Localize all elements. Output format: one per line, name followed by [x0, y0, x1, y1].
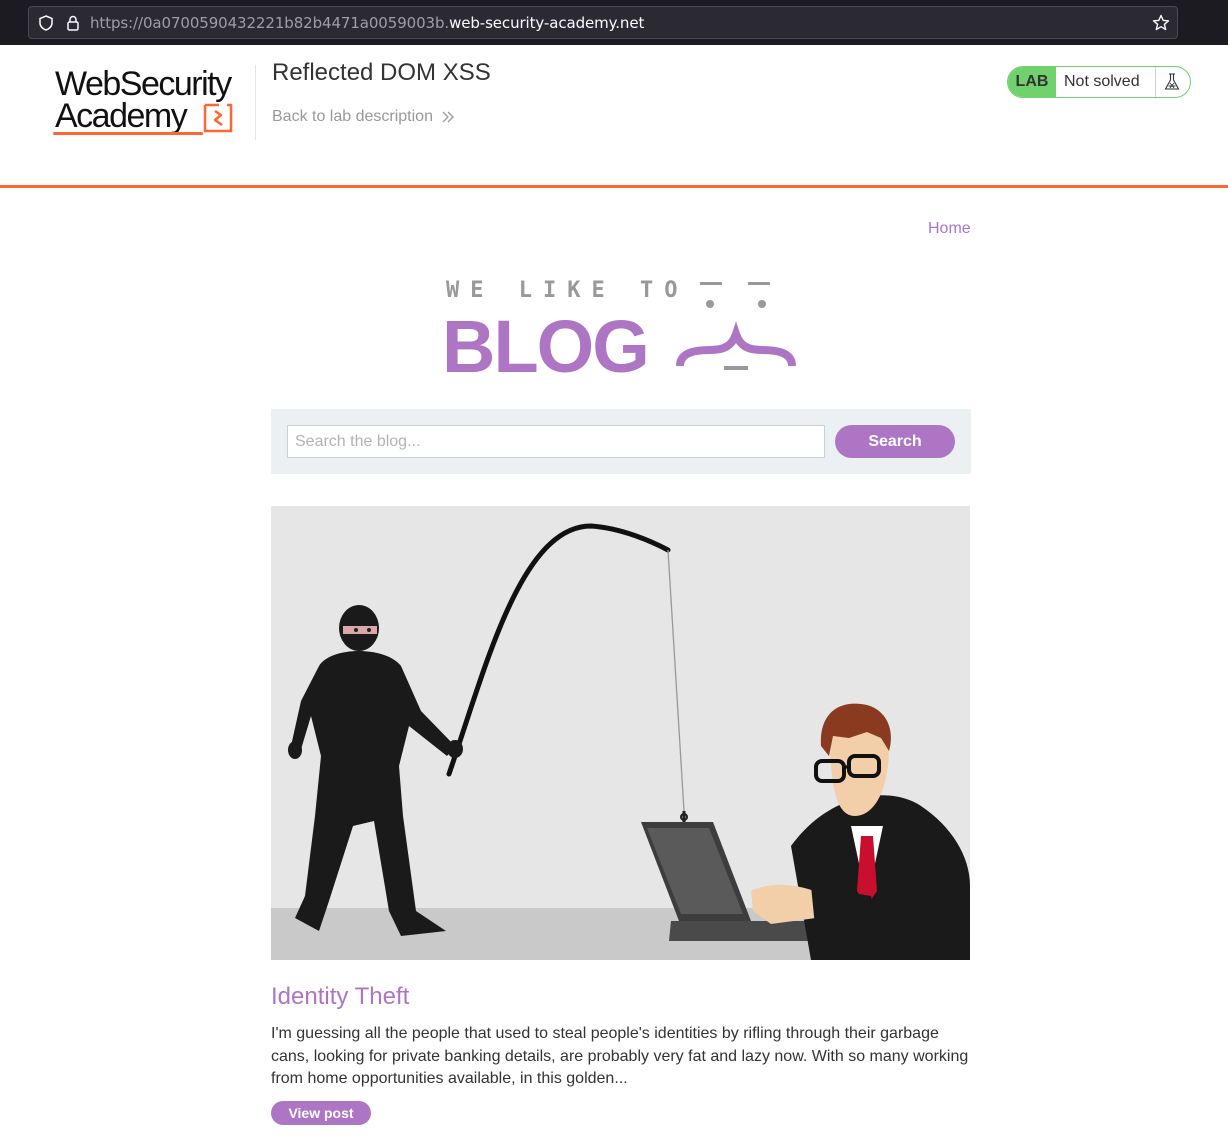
logo-mark-icon: [203, 103, 233, 133]
logo-line2: Academy: [55, 97, 188, 135]
flask-icon: [1164, 73, 1180, 90]
lab-badge: LAB: [1008, 67, 1056, 97]
academy-header: WebSecurity Academy Reflected DOM XSS Ba…: [0, 45, 1228, 186]
back-link-label: Back to lab description: [272, 108, 433, 125]
lock-icon[interactable]: [65, 14, 81, 32]
star-icon[interactable]: [1151, 13, 1171, 33]
browser-toolbar: https://0a0700590432221b82b4471a0059003b…: [0, 0, 1228, 45]
post-title[interactable]: Identity Theft: [271, 983, 409, 1011]
logo-underline: [53, 132, 203, 135]
blog-face-icon: [676, 282, 796, 370]
post-summary: I'm guessing all the people that used to…: [271, 1025, 969, 1087]
status-divider: [1155, 67, 1156, 97]
view-post-button[interactable]: View post: [271, 1101, 371, 1125]
home-link[interactable]: Home: [928, 220, 971, 238]
lab-title: Reflected DOM XSS: [272, 59, 491, 86]
search-input[interactable]: [287, 425, 825, 458]
url-bar[interactable]: https://0a0700590432221b82b4471a0059003b…: [28, 6, 1178, 39]
lab-status-text: Not solved: [1064, 73, 1140, 90]
search-panel: Search: [271, 409, 971, 474]
blog-logo: WE LIKE TO BLOG: [440, 278, 800, 388]
chevron-right-icon: [442, 111, 454, 123]
lab-status-widget: LAB Not solved: [1007, 66, 1191, 98]
phishing-illustration: [271, 506, 970, 960]
web-security-academy-logo[interactable]: WebSecurity Academy: [53, 65, 253, 140]
search-button[interactable]: Search: [835, 425, 955, 458]
back-to-lab-description-link[interactable]: Back to lab description: [272, 108, 455, 126]
blog-wordmark: BLOG: [442, 305, 650, 388]
url-text[interactable]: https://0a0700590432221b82b4471a0059003b…: [90, 14, 644, 32]
header-orange-rule: [0, 185, 1228, 188]
shield-icon[interactable]: [37, 14, 55, 32]
header-divider: [255, 65, 256, 140]
blog-tagline: WE LIKE TO: [446, 278, 689, 303]
post-image[interactable]: [271, 506, 970, 960]
